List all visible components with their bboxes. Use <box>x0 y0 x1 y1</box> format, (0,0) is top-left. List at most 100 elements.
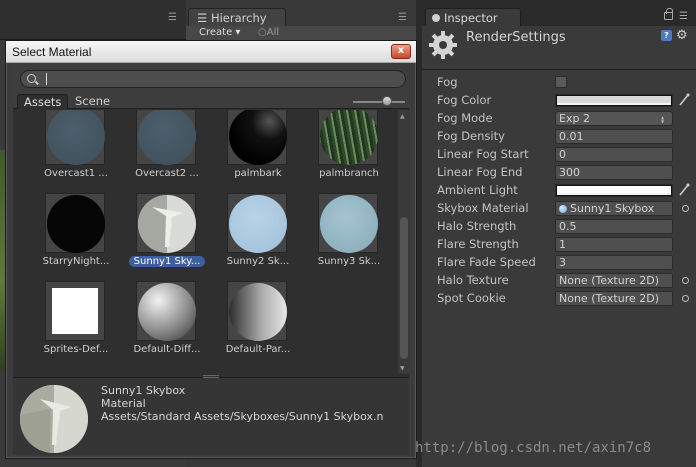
number-field[interactable]: 300 <box>555 165 673 180</box>
material-item[interactable]: palmbranch <box>308 110 380 193</box>
material-thumbnail <box>227 193 287 253</box>
material-grid: Overcast1 ... Overcast2 ... palmbark palmbr… <box>13 110 397 374</box>
material-thumbnail <box>227 281 287 341</box>
object-field[interactable]: None (Texture 2D) <box>555 291 673 306</box>
material-ball <box>320 195 378 253</box>
material-item[interactable]: Sunny2 Sk... <box>217 193 289 281</box>
property-row: Halo Texture None (Texture 2D) <box>437 273 696 289</box>
scrollbar-thumb[interactable] <box>400 217 408 359</box>
property-label: Linear Fog Start <box>437 147 529 161</box>
property-value: 0.5 <box>559 220 577 233</box>
tab-assets[interactable]: Assets <box>17 94 69 109</box>
property-label: Ambient Light <box>437 183 518 197</box>
material-ball <box>229 110 287 165</box>
material-item[interactable]: Sunny1 Sky... <box>126 193 205 281</box>
zoom-slider-thumb[interactable] <box>382 96 392 106</box>
material-item[interactable]: palmbark <box>217 110 289 193</box>
material-label: Overcast1 ... <box>44 168 108 179</box>
material-item[interactable]: Sunny3 Sk... <box>308 193 380 281</box>
property-row: Skybox Material Sunny1 Skybox <box>437 201 696 217</box>
object-picker-icon[interactable] <box>682 205 689 212</box>
eyedropper-icon[interactable] <box>678 183 690 197</box>
scroll-down-icon[interactable]: ▼ <box>400 365 405 372</box>
inspector-menu-icon[interactable]: ☰ <box>679 11 688 22</box>
property-value: None (Texture 2D) <box>559 292 660 305</box>
list-icon: ☰ <box>197 11 208 25</box>
number-field[interactable]: 0.01 <box>555 129 673 144</box>
property-row: Flare Fade Speed 3 <box>437 255 696 271</box>
component-title: RenderSettings <box>466 30 566 45</box>
hierarchy-search[interactable]: ○All <box>258 27 279 38</box>
property-label: Spot Cookie <box>437 291 506 305</box>
material-ball <box>138 283 196 341</box>
material-thumbnail <box>45 193 105 253</box>
number-field[interactable]: 3 <box>555 255 673 270</box>
tab-hierarchy[interactable]: ☰ Hierarchy <box>188 8 286 26</box>
preview-path: Assets/Standard Assets/Skyboxes/Sunny1 S… <box>101 410 384 423</box>
alpha-bar <box>557 103 671 105</box>
dialog-title: Select Material <box>12 45 92 59</box>
property-label: Halo Strength <box>437 219 517 233</box>
scroll-up-icon[interactable]: ▲ <box>400 113 405 120</box>
material-thumbnail <box>318 110 378 165</box>
gear-icon <box>429 31 457 59</box>
property-row: Ambient Light <box>437 183 696 199</box>
object-field[interactable]: None (Texture 2D) <box>555 273 673 288</box>
color-field[interactable] <box>555 184 673 197</box>
divider <box>422 69 696 70</box>
property-value: Exp 2 <box>559 112 590 125</box>
hierarchy-menu-icon[interactable]: ☰ <box>398 12 407 23</box>
number-field[interactable]: 0.5 <box>555 219 673 234</box>
source-tabs: Assets Scene <box>13 93 409 109</box>
material-thumbnail <box>318 193 378 253</box>
material-label: StarryNight... <box>42 256 110 267</box>
settings-gear-icon[interactable]: ⚙ <box>676 28 688 43</box>
dialog-body: Assets Scene Overcast1 ... Overcast2 ... p… <box>13 65 409 455</box>
close-button[interactable]: x <box>391 44 411 59</box>
info-icon <box>432 14 440 22</box>
property-label: Fog <box>437 75 458 89</box>
object-field[interactable]: Sunny1 Skybox <box>555 201 673 216</box>
property-row: Halo Strength 0.5 <box>437 219 696 235</box>
preview-thumbnail <box>20 385 88 453</box>
search-input[interactable] <box>20 70 406 88</box>
material-label: Sprites-Def... <box>43 344 109 355</box>
hierarchy-search-text: All <box>266 27 280 38</box>
material-item[interactable]: Default-Par... <box>217 281 290 369</box>
zoom-slider[interactable] <box>353 101 405 103</box>
search-icon: ○ <box>258 27 267 38</box>
property-value: 3 <box>559 256 566 269</box>
material-item[interactable]: StarryNight... <box>35 193 109 281</box>
fog-mode-dropdown[interactable]: Exp 2 <box>555 111 673 126</box>
property-row: Fog <box>437 75 696 91</box>
eyedropper-icon[interactable] <box>678 93 690 107</box>
tab-scene[interactable]: Scene <box>69 94 116 109</box>
create-dropdown[interactable]: Create ▾ <box>199 27 240 38</box>
property-row: Spot Cookie None (Texture 2D) <box>437 291 696 307</box>
material-item[interactable]: Default-Diff... <box>126 281 201 369</box>
material-item[interactable]: Overcast2 ... <box>126 110 199 193</box>
material-ball-icon <box>559 205 567 213</box>
material-item[interactable]: Overcast1 ... <box>35 110 108 193</box>
number-field[interactable]: 1 <box>555 237 673 252</box>
help-icon[interactable]: ? <box>661 30 672 41</box>
material-label: Sunny3 Sk... <box>317 256 381 267</box>
preview-pane: Sunny1 Skybox Material Assets/Standard A… <box>13 377 409 455</box>
number-field[interactable]: 0 <box>555 147 673 162</box>
property-value: 1 <box>559 238 566 251</box>
object-picker-icon[interactable] <box>682 295 689 302</box>
panel-menu-icon[interactable]: ☰ <box>168 12 177 23</box>
color-field[interactable] <box>555 94 673 107</box>
alpha-bar <box>557 193 671 195</box>
material-ball <box>47 195 105 253</box>
lock-icon[interactable] <box>664 8 673 20</box>
material-item[interactable]: Sprites-Def... <box>35 281 108 369</box>
search-bar <box>13 65 409 93</box>
dialog-titlebar[interactable]: Select Material x <box>6 41 416 63</box>
property-label: Flare Fade Speed <box>437 255 536 269</box>
resize-handle[interactable] <box>203 375 219 378</box>
fog-checkbox[interactable] <box>555 76 567 88</box>
object-picker-icon[interactable] <box>682 277 689 284</box>
material-label: Default-Par... <box>225 344 291 355</box>
tab-inspector[interactable]: Inspector <box>425 8 521 26</box>
